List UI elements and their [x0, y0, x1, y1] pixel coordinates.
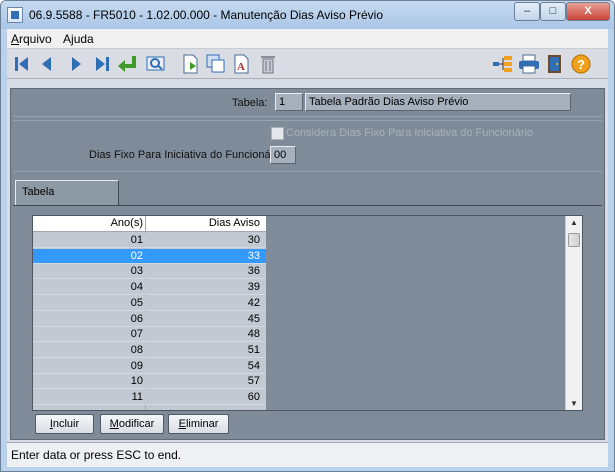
cell-dias-aviso: 33 — [247, 249, 260, 262]
cell-dias-aviso: 51 — [247, 343, 260, 356]
table-row[interactable]: 06 45 — [33, 311, 266, 327]
scroll-thumb[interactable] — [568, 233, 580, 247]
app-icon — [7, 7, 23, 23]
first-record-icon[interactable] — [11, 53, 33, 75]
client-area: Arquivo Ajuda A ? Tabela: 1 Tabela Padrã… — [7, 29, 608, 467]
grid-body: Ano(s) Dias Aviso 01 30 02 33 03 36 04 39 05 42 06… — [33, 216, 266, 410]
modificar-button[interactable]: Modificar — [100, 414, 164, 434]
data-grid[interactable]: Ano(s) Dias Aviso 01 30 02 33 03 36 04 39 05 42 06… — [32, 215, 583, 411]
menu-arquivo-mnemonic: A — [11, 32, 20, 46]
window-title: 06.9.5588 - FR5010 - 1.02.00.000 - Manut… — [29, 8, 383, 22]
grid-empty-area — [266, 216, 566, 410]
considera-dias-fixo-label: Considera Dias Fixo Para Iniciativa do F… — [286, 127, 534, 139]
table-row[interactable]: 04 39 — [33, 280, 266, 296]
help-icon[interactable]: ? — [570, 53, 592, 75]
cell-dias-aviso: 39 — [247, 281, 260, 294]
modificar-mnemonic: M — [109, 418, 119, 430]
title-bar[interactable]: 06.9.5588 - FR5010 - 1.02.00.000 - Manut… — [1, 1, 614, 29]
application-window: 06.9.5588 - FR5010 - 1.02.00.000 - Manut… — [0, 0, 615, 472]
tree-icon[interactable] — [492, 53, 514, 75]
cell-anos: 07 — [130, 328, 143, 341]
options-group: Considera Dias Fixo Para Iniciativa do F… — [13, 120, 602, 172]
main-panel: Tabela: 1 Tabela Padrão Dias Aviso Prévi… — [10, 88, 605, 440]
modificar-rest: odificar — [118, 418, 155, 430]
table-row[interactable]: 10 57 — [33, 374, 266, 390]
tabela-description-field: Tabela Padrão Dias Aviso Prévio — [305, 93, 571, 111]
tabela-label: Tabela: — [232, 97, 268, 109]
tab-underline — [13, 205, 602, 206]
cell-anos: 01 — [130, 234, 143, 246]
menu-arquivo-rest: rquivo — [19, 32, 52, 46]
table-row[interactable]: 02 33 — [33, 248, 266, 264]
table-row[interactable]: 07 48 — [33, 327, 266, 343]
scroll-down-icon[interactable]: ▼ — [570, 399, 578, 408]
cell-dias-aviso: 36 — [247, 265, 260, 278]
cell-anos: 09 — [130, 359, 143, 372]
edit-icon[interactable]: A — [231, 53, 253, 75]
considera-dias-fixo-checkbox[interactable] — [271, 127, 284, 140]
cell-anos: 11 — [131, 391, 143, 403]
cell-anos: 05 — [130, 296, 143, 309]
eliminar-mnemonic: E — [178, 418, 186, 430]
tab-tabela[interactable]: Tabela — [15, 180, 119, 205]
cell-dias-aviso: 45 — [247, 312, 260, 325]
table-row[interactable]: 05 42 — [33, 295, 266, 311]
delete-icon[interactable] — [257, 53, 279, 75]
goto-icon[interactable] — [117, 53, 139, 75]
table-row[interactable]: 08 51 — [33, 342, 266, 358]
cell-anos: 03 — [130, 265, 143, 278]
svg-text:?: ? — [577, 57, 585, 72]
dias-fixo-field[interactable]: 00 — [270, 146, 296, 164]
close-button[interactable]: X — [566, 2, 610, 21]
cell-anos: 02 — [130, 249, 143, 262]
menu-ajuda-a: A — [63, 32, 72, 46]
header-group: Tabela: 1 Tabela Padrão Dias Aviso Prévi… — [13, 91, 602, 117]
scroll-up-icon[interactable]: ▲ — [570, 218, 578, 227]
minimize-button[interactable]: – — [514, 2, 540, 21]
cell-dias-aviso: 60 — [247, 391, 260, 403]
cell-anos: 10 — [130, 375, 143, 388]
menu-arquivo[interactable]: Arquivo — [11, 32, 52, 46]
status-bar: Enter data or press ESC to end. — [7, 442, 608, 467]
new-record-icon[interactable] — [180, 53, 202, 75]
tabela-code-field[interactable]: 1 — [275, 93, 303, 111]
cell-dias-aviso: 42 — [247, 296, 260, 309]
svg-text:A: A — [237, 61, 245, 73]
table-row[interactable]: 01 30 — [33, 233, 266, 248]
incluir-button[interactable]: Incluir — [35, 414, 94, 434]
print-icon[interactable] — [518, 53, 540, 75]
maximize-button[interactable]: □ — [540, 2, 566, 21]
cell-anos: 08 — [130, 343, 143, 356]
menu-bar: Arquivo Ajuda — [7, 29, 608, 49]
column-header-dias-aviso[interactable]: Dias Aviso — [146, 217, 260, 229]
previous-record-icon[interactable] — [36, 53, 58, 75]
table-row[interactable]: 09 54 — [33, 358, 266, 374]
search-icon[interactable] — [145, 53, 167, 75]
menu-ajuda[interactable]: Ajuda — [63, 32, 94, 46]
toolbar: A ? — [7, 49, 608, 79]
cell-anos: 04 — [130, 281, 143, 294]
last-record-icon[interactable] — [91, 53, 113, 75]
dias-fixo-label: Dias Fixo Para Iniciativa do Funcionário… — [89, 149, 286, 161]
copy-icon[interactable] — [205, 53, 227, 75]
eliminar-rest: liminar — [185, 418, 219, 430]
table-row[interactable]: 03 36 — [33, 264, 266, 280]
exit-icon[interactable] — [544, 53, 566, 75]
cell-dias-aviso: 48 — [247, 328, 260, 341]
grid-header: Ano(s) Dias Aviso — [33, 216, 266, 232]
cell-dias-aviso: 57 — [247, 375, 260, 388]
cell-dias-aviso: 30 — [247, 234, 260, 246]
cell-dias-aviso: 54 — [247, 359, 260, 372]
next-record-icon[interactable] — [65, 53, 87, 75]
incluir-rest: ncluir — [52, 418, 80, 430]
eliminar-button[interactable]: Eliminar — [168, 414, 229, 434]
table-row[interactable]: 11 60 — [33, 390, 266, 405]
menu-ajuda-rest: uda — [73, 32, 94, 46]
column-header-anos[interactable]: Ano(s) — [33, 217, 143, 229]
toolbar-separator — [7, 80, 608, 88]
cell-anos: 06 — [130, 312, 143, 325]
vertical-scrollbar[interactable]: ▲ ▼ — [565, 216, 582, 410]
